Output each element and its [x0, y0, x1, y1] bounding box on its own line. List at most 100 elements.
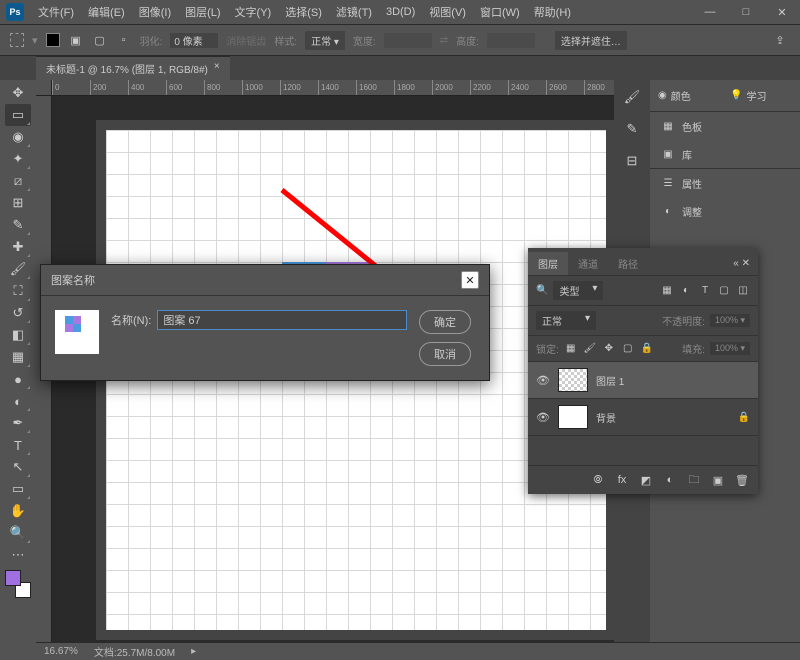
healing-tool-icon[interactable]: ✚: [5, 236, 31, 258]
ok-button[interactable]: 确定: [419, 310, 471, 334]
brush-settings-icon[interactable]: ✎: [621, 118, 643, 140]
layer-name[interactable]: 背景: [596, 410, 616, 425]
menu-filter[interactable]: 滤镜(T): [330, 1, 378, 23]
type-tool-icon[interactable]: T: [5, 434, 31, 456]
eyedropper-tool-icon[interactable]: ✎: [5, 214, 31, 236]
layer-thumbnail[interactable]: [558, 405, 588, 429]
menu-layer[interactable]: 图层(L): [179, 1, 226, 23]
blend-mode-dropdown[interactable]: 正常▾: [536, 311, 596, 330]
menu-select[interactable]: 选择(S): [279, 1, 328, 23]
menu-file[interactable]: 文件(F): [32, 1, 80, 23]
properties-panel[interactable]: ☰属性: [650, 169, 800, 197]
stamp-tool-icon[interactable]: ⛶: [5, 280, 31, 302]
swatches-panel[interactable]: ▦色板: [650, 112, 800, 140]
horizontal-ruler[interactable]: 0200400600800100012001400160018002000220…: [52, 80, 614, 96]
layer-row-1[interactable]: 👁 图层 1: [528, 361, 758, 398]
add-selection-icon[interactable]: ▣: [68, 32, 84, 48]
history-brush-tool-icon[interactable]: ↺: [5, 302, 31, 324]
zoom-level[interactable]: 16.67%: [44, 646, 78, 657]
layer-mask-icon[interactable]: ◩: [638, 472, 654, 488]
intersect-selection-icon[interactable]: ▫: [116, 32, 132, 48]
search-icon[interactable]: 🔍: [536, 285, 548, 296]
eraser-tool-icon[interactable]: ◧: [5, 324, 31, 346]
shape-tool-icon[interactable]: ▭: [5, 478, 31, 500]
filter-adjustment-icon[interactable]: ◐: [679, 284, 693, 298]
filter-type-icon[interactable]: T: [698, 284, 712, 298]
dialog-close-icon[interactable]: ✕: [461, 271, 479, 289]
library-panel[interactable]: ▣库: [650, 140, 800, 168]
crop-tool-icon[interactable]: ⧄: [5, 170, 31, 192]
filter-pixel-icon[interactable]: ▦: [660, 284, 674, 298]
cancel-button[interactable]: 取消: [419, 342, 471, 366]
menu-type[interactable]: 文字(Y): [229, 1, 278, 23]
fill-value[interactable]: 100% ▾: [710, 342, 750, 355]
opacity-value[interactable]: 100% ▾: [710, 314, 750, 327]
path-select-tool-icon[interactable]: ↖: [5, 456, 31, 478]
brush-panel-icon[interactable]: 🖌: [621, 86, 643, 108]
color-swatches[interactable]: [5, 570, 31, 598]
minimize-button[interactable]: —: [692, 0, 728, 24]
style-dropdown[interactable]: 正常 ▾: [305, 31, 345, 50]
layer-fx-icon[interactable]: fx: [614, 472, 630, 488]
menu-edit[interactable]: 编辑(E): [82, 1, 131, 23]
new-layer-icon[interactable]: ▣: [710, 472, 726, 488]
tab-channels[interactable]: 通道: [568, 252, 608, 275]
gradient-tool-icon[interactable]: ▦: [5, 346, 31, 368]
layer-name[interactable]: 图层 1: [596, 373, 624, 388]
subtract-selection-icon[interactable]: ▢: [92, 32, 108, 48]
share-icon[interactable]: ⇪: [770, 30, 790, 50]
lock-position-icon[interactable]: ✥: [602, 342, 616, 356]
new-selection-icon[interactable]: [46, 33, 60, 47]
marquee-tool-icon[interactable]: [10, 33, 24, 47]
tab-paths[interactable]: 路径: [608, 252, 648, 275]
dodge-tool-icon[interactable]: ◐: [5, 390, 31, 412]
zoom-tool-icon[interactable]: 🔍: [5, 522, 31, 544]
edit-toolbar-icon[interactable]: ⋯: [5, 544, 31, 566]
status-chevron-icon[interactable]: ▸: [191, 646, 196, 657]
feather-input[interactable]: [170, 33, 218, 48]
tab-layers[interactable]: 图层: [528, 252, 568, 275]
filter-type-dropdown[interactable]: 类型▾: [553, 281, 603, 300]
lasso-tool-icon[interactable]: ◉: [5, 126, 31, 148]
adjustments-panel[interactable]: ◐调整: [650, 197, 800, 225]
menu-help[interactable]: 帮助(H): [528, 1, 577, 23]
pen-tool-icon[interactable]: ✒: [5, 412, 31, 434]
menu-view[interactable]: 视图(V): [423, 1, 472, 23]
color-tab[interactable]: ◉颜色: [654, 84, 724, 107]
link-layers-icon[interactable]: ⦾: [590, 472, 606, 488]
pattern-name-input[interactable]: [157, 310, 407, 330]
learn-tab[interactable]: 💡学习: [726, 84, 796, 107]
close-button[interactable]: ✕: [764, 0, 800, 24]
layer-row-background[interactable]: 👁 背景 🔒: [528, 398, 758, 435]
lock-icon[interactable]: 🔒: [738, 412, 750, 423]
filter-smart-icon[interactable]: ◫: [736, 284, 750, 298]
maximize-button[interactable]: □: [728, 0, 764, 24]
frame-tool-icon[interactable]: ⊞: [5, 192, 31, 214]
lock-transparency-icon[interactable]: ▦: [564, 342, 578, 356]
brush-tool-icon[interactable]: 🖌: [5, 258, 31, 280]
history-panel-icon[interactable]: ⊟: [621, 150, 643, 172]
layer-thumbnail[interactable]: [558, 368, 588, 392]
menu-3d[interactable]: 3D(D): [380, 3, 421, 21]
magic-wand-tool-icon[interactable]: ✦: [5, 148, 31, 170]
tab-close-icon[interactable]: ×: [214, 61, 220, 76]
delete-layer-icon[interactable]: 🗑: [734, 472, 750, 488]
filter-shape-icon[interactable]: ▢: [717, 284, 731, 298]
menu-window[interactable]: 窗口(W): [474, 1, 526, 23]
lock-all-icon[interactable]: 🔒: [640, 342, 654, 356]
menu-image[interactable]: 图像(I): [133, 1, 177, 23]
panel-collapse-icon[interactable]: « ✕: [725, 254, 758, 273]
ruler-origin[interactable]: [36, 80, 52, 96]
lock-pixels-icon[interactable]: 🖌: [583, 342, 597, 356]
document-size[interactable]: 文档:25.7M/8.00M: [94, 644, 175, 659]
foreground-color[interactable]: [5, 570, 21, 586]
visibility-icon[interactable]: 👁: [536, 374, 550, 387]
select-and-mask-button[interactable]: 选择并遮住…: [555, 31, 627, 50]
marquee-tool-icon[interactable]: ▭: [5, 104, 31, 126]
move-tool-icon[interactable]: ✥: [5, 82, 31, 104]
group-icon[interactable]: 🗀: [686, 472, 702, 488]
adjustment-layer-icon[interactable]: ◐: [662, 472, 678, 488]
lock-artboard-icon[interactable]: ▢: [621, 342, 635, 356]
blur-tool-icon[interactable]: ●: [5, 368, 31, 390]
visibility-icon[interactable]: 👁: [536, 411, 550, 424]
